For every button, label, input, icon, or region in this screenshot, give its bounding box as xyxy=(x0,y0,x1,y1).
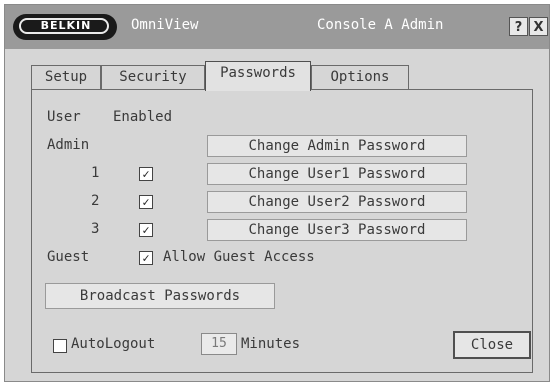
belkin-logo: BELKIN xyxy=(13,14,117,40)
autologout-minutes-field[interactable]: 15 xyxy=(201,333,237,355)
user-column-header: User xyxy=(47,109,81,125)
user-2-label: 2 xyxy=(91,193,100,209)
allow-guest-access-checkbox[interactable]: ✓ xyxy=(139,251,153,265)
autologout-checkbox[interactable] xyxy=(53,339,67,353)
user-1-label: 1 xyxy=(91,165,100,181)
enabled-column-header: Enabled xyxy=(113,109,173,125)
broadcast-passwords-button[interactable]: Broadcast Passwords xyxy=(45,283,275,309)
app-name: OmniView xyxy=(131,17,199,33)
tab-setup[interactable]: Setup xyxy=(31,65,101,89)
user-3-enabled-checkbox[interactable]: ✓ xyxy=(139,223,153,237)
change-user2-password-button[interactable]: Change User2 Password xyxy=(207,191,467,213)
change-user3-password-button[interactable]: Change User3 Password xyxy=(207,219,467,241)
tab-passwords[interactable]: Passwords xyxy=(205,61,311,91)
title-bar: BELKIN OmniView Console A Admin ? X xyxy=(5,5,549,49)
help-button[interactable]: ? xyxy=(509,17,528,36)
change-user1-password-button[interactable]: Change User1 Password xyxy=(207,163,467,185)
tab-security[interactable]: Security xyxy=(101,65,205,89)
user-2-enabled-checkbox[interactable]: ✓ xyxy=(139,195,153,209)
user-3-label: 3 xyxy=(91,221,100,237)
autologout-label: AutoLogout xyxy=(71,336,156,352)
allow-guest-access-label: Allow Guest Access xyxy=(163,249,315,265)
guest-label: Guest xyxy=(47,249,90,265)
console-name: Console A Admin xyxy=(317,17,444,33)
admin-label: Admin xyxy=(47,137,90,153)
close-button[interactable]: Close xyxy=(453,331,531,359)
logo-text: BELKIN xyxy=(40,19,92,32)
user-1-enabled-checkbox[interactable]: ✓ xyxy=(139,167,153,181)
tab-options[interactable]: Options xyxy=(311,65,409,89)
omniview-window: BELKIN OmniView Console A Admin ? X Setu… xyxy=(4,4,550,382)
close-window-button[interactable]: X xyxy=(529,17,548,36)
change-admin-password-button[interactable]: Change Admin Password xyxy=(207,135,467,157)
minutes-label: Minutes xyxy=(241,336,301,352)
